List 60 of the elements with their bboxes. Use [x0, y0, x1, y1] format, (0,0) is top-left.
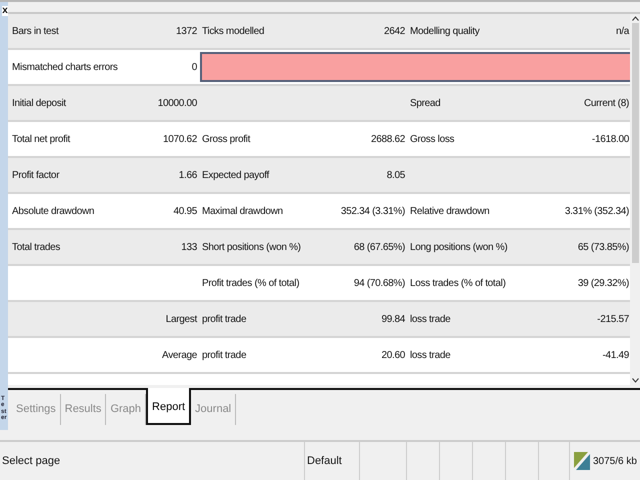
row-label: Profit trades (% of total) — [201, 278, 300, 288]
connection-icon — [574, 452, 590, 470]
scroll-down-icon[interactable] — [632, 378, 638, 384]
row-label: Ticks modelled — [201, 26, 266, 36]
row-value: 94 (70.68%) — [352, 278, 406, 288]
row-label: Short positions (won %) — [201, 242, 302, 252]
row-value: 1372 — [174, 26, 198, 36]
row-value: 133 — [180, 242, 198, 252]
tab[interactable]: Report — [146, 388, 192, 426]
row-value: 68 (67.65%) — [352, 242, 406, 252]
row-value: 1070.62 — [162, 134, 198, 144]
status-profile: Default — [305, 442, 360, 480]
status-hint: Select page — [0, 442, 305, 480]
row-label: Long positions (won %) — [409, 242, 508, 252]
row-label: loss trade — [409, 314, 452, 324]
row-value: 99.84 — [380, 314, 406, 324]
row-value: -41.49 — [601, 350, 630, 360]
row-label: Mismatched charts errors — [11, 62, 119, 72]
row-label: profit trade — [201, 314, 248, 324]
row-value: 40.95 — [172, 206, 198, 216]
row-label: Expected payoff — [201, 170, 270, 180]
close-button[interactable]: x — [2, 6, 8, 16]
row-value: -215.57 — [596, 314, 630, 324]
row-label: Loss trades (% of total) — [409, 278, 507, 288]
row-value: 0 — [190, 62, 198, 72]
row-label: Gross profit — [201, 134, 252, 144]
row-value: Current (8) — [582, 98, 630, 108]
row-value: 1.66 — [178, 170, 198, 180]
status-traffic: 3075/6 kb — [593, 456, 637, 466]
row-label: Profit factor — [11, 170, 60, 180]
row-value: n/a — [614, 26, 630, 36]
scroll-up-icon[interactable] — [632, 16, 638, 21]
row-label: Modelling quality — [409, 26, 481, 36]
tab[interactable]: Results — [60, 394, 106, 426]
row-value: Largest — [164, 314, 198, 324]
row-value: 3.31% (352.34) — [564, 206, 630, 216]
tab[interactable]: Settings — [12, 394, 61, 426]
row-label: Spread — [409, 98, 442, 108]
row-value: 352.34 (3.31%) — [340, 206, 406, 216]
row-value: 39 (29.32%) — [576, 278, 630, 288]
row-label: Total trades — [11, 242, 62, 252]
row-value: 2642 — [382, 26, 406, 36]
row-value: -1618.00 — [590, 134, 630, 144]
row-value: 8.05 — [386, 170, 406, 180]
row-label: profit trade — [201, 350, 248, 360]
row-label: Gross loss — [409, 134, 456, 144]
scrollbar[interactable] — [630, 14, 640, 386]
row-label: Absolute drawdown — [11, 206, 96, 216]
row-label: Total net profit — [11, 134, 72, 144]
tab[interactable]: Journal — [191, 394, 236, 426]
row-value: 2688.62 — [370, 134, 406, 144]
row-value: 20.60 — [380, 350, 406, 360]
row-value: 65 (73.85%) — [576, 242, 630, 252]
row-value: 10000.00 — [156, 98, 198, 108]
row-label: Bars in test — [11, 26, 60, 36]
row-label: loss trade — [409, 350, 452, 360]
row-label: Initial deposit — [11, 98, 68, 108]
row-value: Average — [161, 350, 198, 360]
row-label: Maximal drawdown — [201, 206, 284, 216]
row-label: Relative drawdown — [409, 206, 490, 216]
